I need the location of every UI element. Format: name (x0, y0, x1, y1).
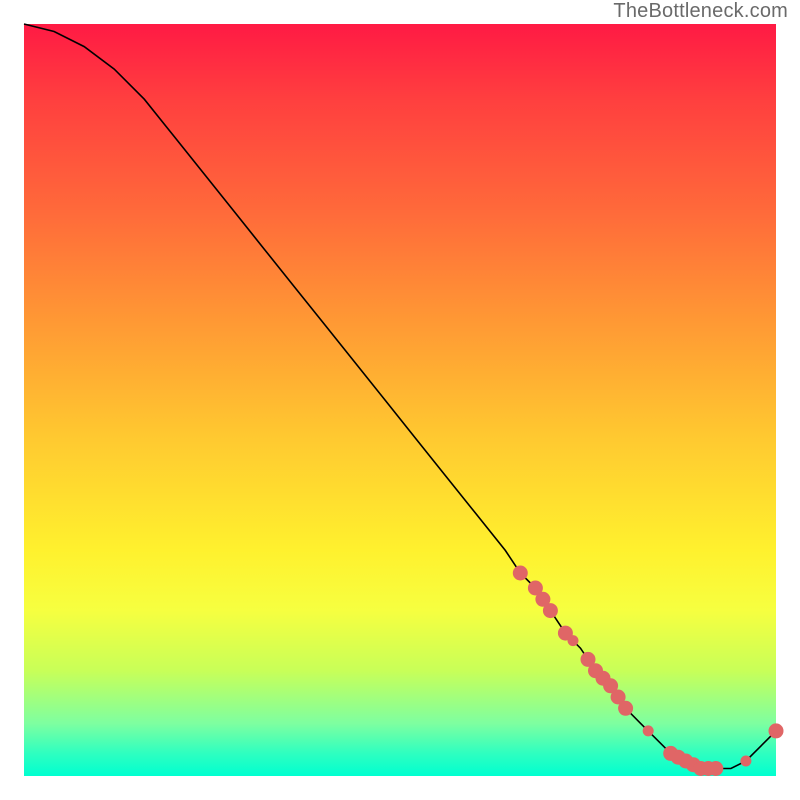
watermark-text: TheBottleneck.com (613, 0, 788, 23)
sample-dot (741, 756, 751, 766)
sample-dot (568, 636, 578, 646)
sample-dot (769, 724, 783, 738)
sample-dot (543, 604, 557, 618)
sample-dot (513, 566, 527, 580)
sample-dot (619, 701, 633, 715)
bottleneck-chart (24, 24, 776, 776)
sample-dots (513, 566, 783, 776)
sample-dot (643, 726, 653, 736)
sample-dot (709, 762, 723, 776)
bottleneck-curve (24, 24, 776, 769)
